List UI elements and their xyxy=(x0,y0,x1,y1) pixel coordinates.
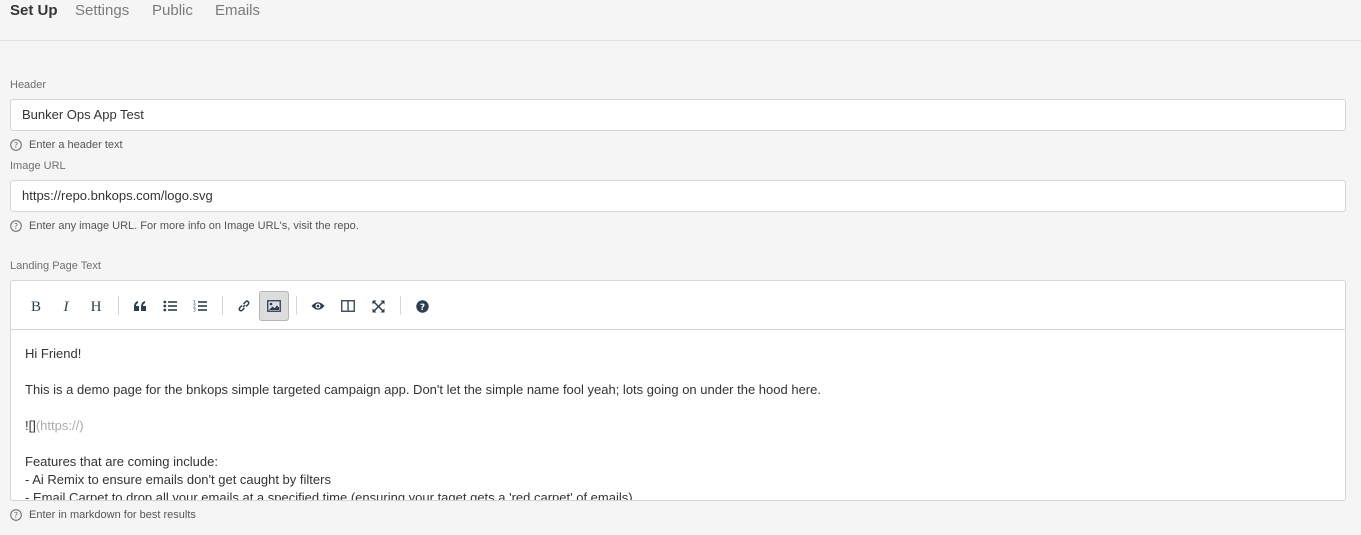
landing-page-help: ? Enter in markdown for best results xyxy=(10,509,196,521)
preview-button[interactable] xyxy=(303,291,333,321)
header-label: Header xyxy=(10,79,47,91)
tab-settings[interactable]: Settings xyxy=(75,2,129,19)
editor-toolbar: B I H 1 2 3 ? xyxy=(11,281,1345,330)
ordered-list-icon: 1 2 3 xyxy=(193,300,207,314)
content-line: Hi Friend! xyxy=(25,346,82,361)
heading-icon: H xyxy=(91,299,102,314)
image-markdown-url: (https://) xyxy=(35,418,84,433)
side-by-side-button[interactable] xyxy=(333,291,363,321)
quote-button[interactable] xyxy=(125,291,155,321)
content-line: - Ai Remix to ensure emails don't get ca… xyxy=(25,472,331,487)
bold-icon: B xyxy=(31,299,41,314)
image-url-help-text: Enter any image URL. For more info on Im… xyxy=(29,220,359,232)
image-icon xyxy=(267,300,281,312)
question-circle-icon: ? xyxy=(10,220,22,232)
heading-button[interactable]: H xyxy=(81,291,111,321)
svg-text:H: H xyxy=(91,299,102,314)
toolbar-separator xyxy=(400,296,401,315)
toolbar-separator xyxy=(296,296,297,315)
content-line: This is a demo page for the bnkops simpl… xyxy=(25,382,821,397)
guide-button[interactable]: ? xyxy=(407,291,437,321)
toolbar-separator xyxy=(222,296,223,315)
svg-text:?: ? xyxy=(14,222,18,231)
unordered-list-icon xyxy=(163,300,177,312)
svg-text:3: 3 xyxy=(193,308,196,314)
header-help-text: Enter a header text xyxy=(29,139,123,151)
link-icon xyxy=(238,300,250,312)
content-line: Features that are coming include: xyxy=(25,454,218,469)
italic-icon: I xyxy=(63,299,70,314)
landing-page-text-label: Landing Page Text xyxy=(10,260,101,272)
tab-set-up[interactable]: Set Up xyxy=(10,2,58,19)
toolbar-separator xyxy=(118,296,119,315)
italic-button[interactable]: I xyxy=(51,291,81,321)
markdown-editor: B I H 1 2 3 ? Hi Friend! This is a demo … xyxy=(10,280,1346,501)
svg-text:I: I xyxy=(63,299,70,314)
link-button[interactable] xyxy=(229,291,259,321)
question-circle-icon: ? xyxy=(10,509,22,521)
quote-icon xyxy=(134,301,146,311)
svg-text:?: ? xyxy=(14,511,18,520)
image-markdown-prefix: ![] xyxy=(25,418,36,433)
tab-public[interactable]: Public xyxy=(152,2,193,19)
columns-icon xyxy=(341,300,355,312)
question-circle-icon: ? xyxy=(10,139,22,151)
eye-icon xyxy=(311,302,325,310)
bold-button[interactable]: B xyxy=(21,291,51,321)
unordered-list-button[interactable] xyxy=(155,291,185,321)
header-help: ? Enter a header text xyxy=(10,139,123,151)
content-line: - Email Carpet to drop all your emails a… xyxy=(25,490,633,501)
image-button[interactable] xyxy=(259,291,289,321)
content-line-image-markdown: ![](https://) xyxy=(25,417,84,435)
svg-text:?: ? xyxy=(419,303,424,313)
svg-text:?: ? xyxy=(14,141,18,150)
landing-page-help-text: Enter in markdown for best results xyxy=(29,509,196,521)
help-circle-icon: ? xyxy=(415,299,429,313)
header-input[interactable]: Bunker Ops App Test xyxy=(10,99,1346,131)
image-url-help: ? Enter any image URL. For more info on … xyxy=(10,220,359,232)
image-url-input[interactable]: https://repo.bnkops.com/logo.svg xyxy=(10,180,1346,212)
tab-bar: Set Up Settings Public Emails xyxy=(0,0,1361,41)
fullscreen-button[interactable] xyxy=(363,291,393,321)
fullscreen-icon xyxy=(371,299,385,313)
image-url-label: Image URL xyxy=(10,160,66,172)
svg-text:B: B xyxy=(31,299,41,314)
ordered-list-button[interactable]: 1 2 3 xyxy=(185,291,215,321)
tab-emails[interactable]: Emails xyxy=(215,2,260,19)
